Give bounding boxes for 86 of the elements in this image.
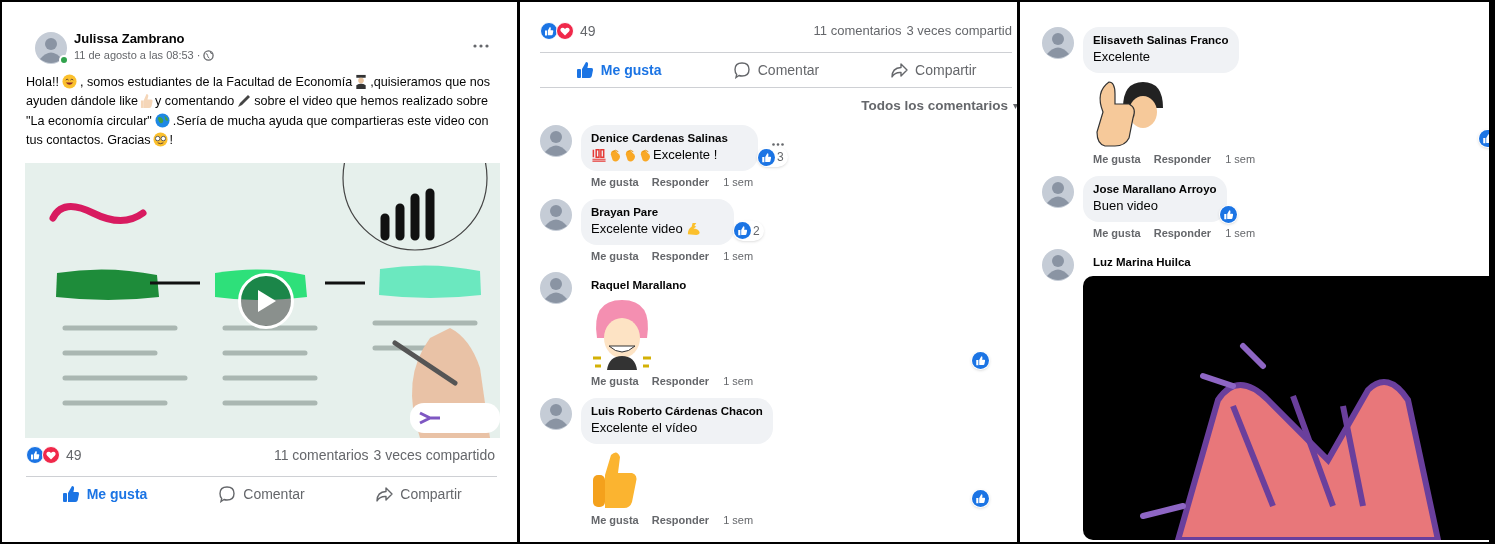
reaction-badge[interactable]: 2	[733, 220, 764, 241]
comment-time[interactable]: 1 sem	[723, 247, 754, 265]
reaction-badge[interactable]: 3	[757, 147, 788, 168]
like-button[interactable]: Me gusta	[540, 53, 698, 87]
reply-link[interactable]: Responder	[1153, 151, 1212, 168]
face-with-glasses-icon	[152, 131, 168, 147]
shares-count-link[interactable]: 3 veces compartid	[906, 21, 1012, 41]
pencil-icon	[237, 94, 252, 109]
author-name[interactable]: Julissa Zambrano	[74, 30, 215, 47]
commenter-name[interactable]: Denice Cardenas Salinas	[591, 131, 728, 147]
play-icon	[255, 289, 277, 314]
shares-count-link[interactable]: 3 veces compartido	[373, 444, 495, 466]
like-link[interactable]: Me gusta	[591, 373, 639, 390]
commenter-name[interactable]: Elisaveth Salinas Franco	[1093, 33, 1229, 48]
like-icon	[1219, 205, 1237, 223]
speech-bubble-icon	[732, 61, 751, 79]
comment-time[interactable]: 1 sem	[723, 373, 754, 390]
avatar	[1042, 175, 1074, 208]
comment-text: Excelente video	[591, 220, 683, 236]
smiling-face-icon	[61, 74, 77, 89]
reply-link[interactable]: Responder	[1153, 224, 1212, 241]
comment-button[interactable]: Comentar	[697, 53, 855, 87]
comment-filter-dropdown[interactable]: Todos los comentarios	[861, 96, 1008, 117]
reaction-badge[interactable]	[971, 350, 990, 370]
post-time[interactable]: 11 de agosto a las 08:53 ·	[74, 47, 201, 64]
avatar	[1042, 27, 1074, 59]
speech-bubble-icon	[218, 485, 237, 504]
share-button[interactable]: Compartir	[340, 477, 497, 512]
hundred-points-icon	[591, 147, 607, 163]
reply-link[interactable]: Responder	[651, 511, 710, 529]
like-icon	[734, 222, 752, 240]
like-icon	[972, 490, 989, 508]
heart-reaction-icon	[42, 446, 60, 465]
reply-link[interactable]: Responder	[651, 174, 710, 191]
comment-time[interactable]: 1 sem	[1225, 224, 1256, 241]
like-icon	[972, 351, 989, 369]
share-arrow-icon	[890, 61, 909, 79]
like-button[interactable]: Me gusta	[26, 477, 183, 512]
comment-text: Excelente	[1093, 49, 1151, 64]
reaction-count: 2	[753, 222, 760, 240]
commenter-name[interactable]: Raquel Marallano	[581, 272, 697, 294]
comment-text: Excelente !	[653, 147, 718, 163]
avatar	[35, 32, 67, 64]
comment-button[interactable]: Comentar	[183, 477, 340, 512]
thumbs-up-icon	[140, 93, 154, 109]
commenter-name[interactable]: Jose Marallano Arroyo	[1093, 181, 1217, 197]
like-link[interactable]: Me gusta	[591, 174, 639, 191]
like-reaction-icon	[540, 22, 558, 40]
comment-time[interactable]: 1 sem	[723, 174, 754, 191]
heart-reaction-icon	[556, 22, 574, 40]
comment-time[interactable]: 1 sem	[723, 511, 754, 529]
like-link[interactable]: Me gusta	[591, 247, 639, 265]
avatar	[540, 198, 572, 231]
caret-icon	[1013, 103, 1017, 110]
reply-link[interactable]: Responder	[651, 373, 710, 390]
like-link[interactable]: Me gusta	[591, 511, 639, 529]
reaction-count[interactable]: 49	[580, 20, 596, 42]
reaction-count[interactable]: 49	[66, 444, 82, 466]
avatar	[1042, 249, 1074, 281]
commenter-name[interactable]: Luz Marina Huilca	[1083, 249, 1201, 270]
avatar	[540, 125, 572, 158]
reaction-badge[interactable]	[971, 489, 990, 509]
more-options-icon[interactable]	[771, 143, 784, 147]
play-button[interactable]	[238, 273, 294, 330]
comment-text: Excelente el vídeo	[591, 419, 698, 435]
reaction-count: 3	[777, 149, 784, 167]
like-icon	[758, 148, 776, 166]
thumbs-up-icon	[575, 61, 594, 79]
comments-count-link[interactable]: 11 comentarios	[273, 444, 369, 466]
comment-text: Buen video	[1093, 197, 1159, 213]
commenter-name[interactable]: Brayan Pare	[591, 204, 704, 220]
reaction-badge[interactable]	[1218, 204, 1238, 224]
reply-link[interactable]: Responder	[651, 247, 710, 265]
share-arrow-icon	[375, 485, 394, 504]
like-link[interactable]: Me gusta	[1093, 224, 1141, 241]
like-link[interactable]: Me gusta	[1093, 151, 1141, 168]
more-options-icon[interactable]	[473, 44, 489, 48]
comment-time[interactable]: 1 sem	[1225, 151, 1256, 168]
share-button[interactable]: Compartir	[854, 53, 1012, 87]
like-reaction-icon	[26, 446, 44, 465]
avatar	[540, 272, 572, 305]
post-text: Hola!! , somos estudiantes de la Facultad de Economía ,quisieramos que nos ayuden dándole like y comentando sobre el video que hemos realizado sobre "La economía circular" .Sería de mucha ayuda que compartieras este video con tus contactos. Gracias !	[26, 73, 491, 149]
avatar	[540, 397, 572, 430]
thumbs-up-icon	[61, 485, 80, 504]
commenter-name[interactable]: Luis Roberto Cárdenas Chacon	[591, 403, 763, 419]
comments-count-link[interactable]: 11 comentarios	[813, 21, 902, 41]
